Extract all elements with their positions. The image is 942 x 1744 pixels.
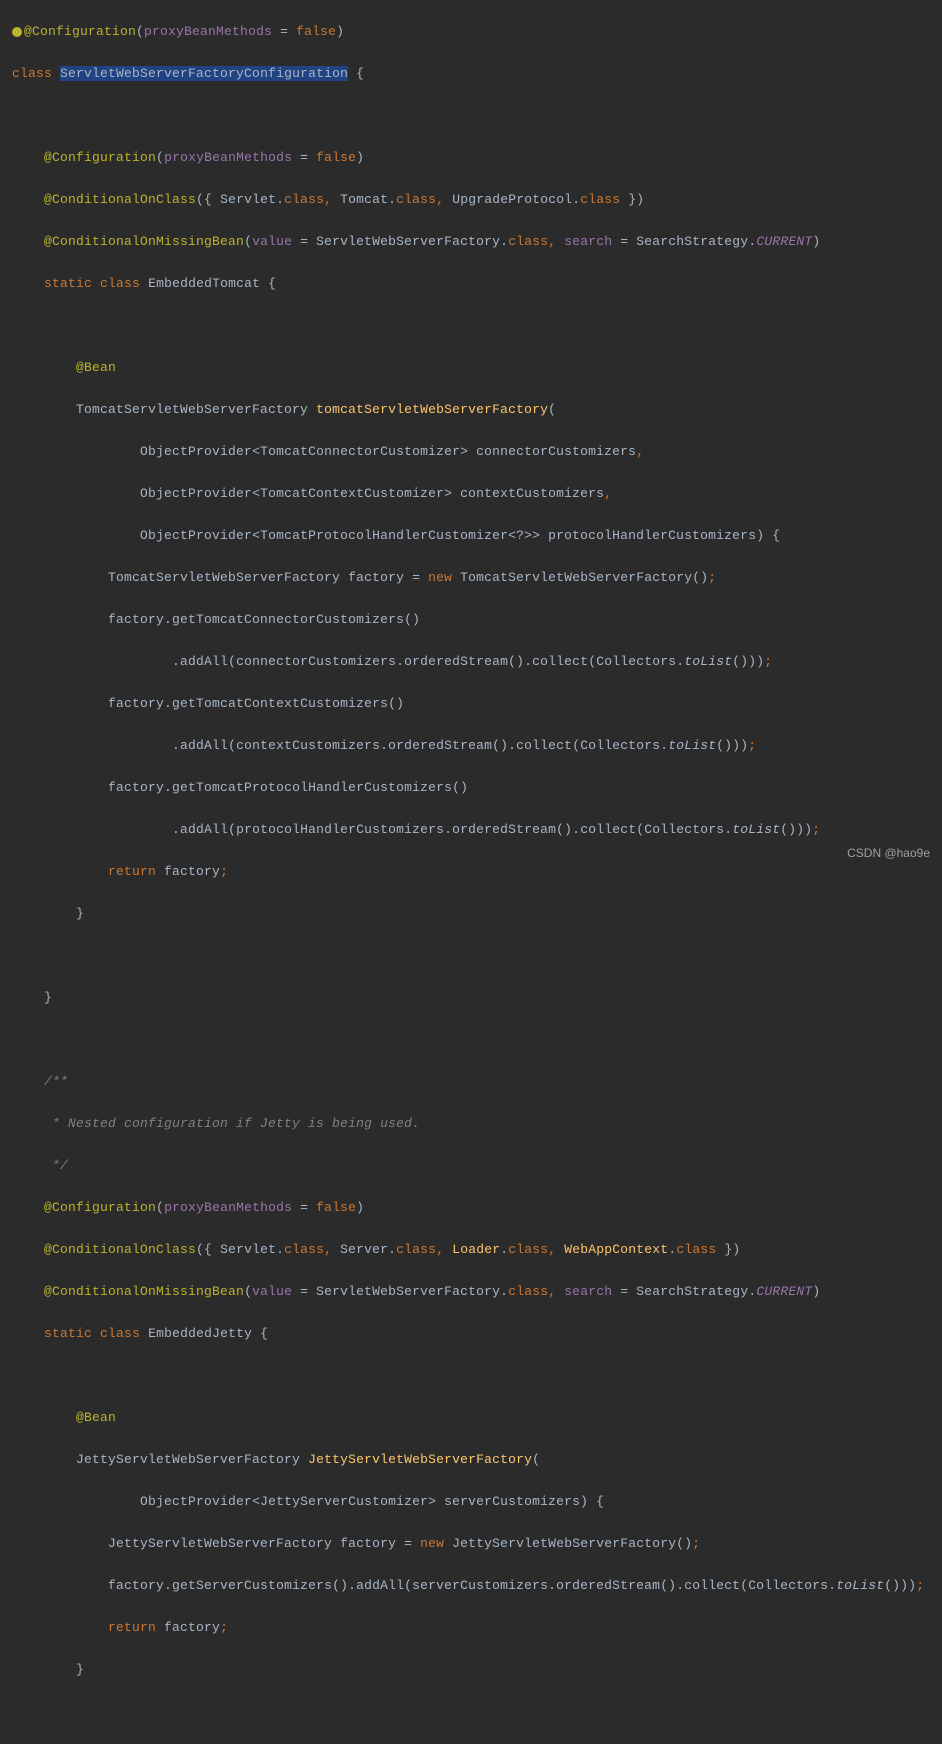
code-line: ObjectProvider<TomcatContextCustomizer> … — [12, 483, 942, 504]
code-line: ObjectProvider<TomcatConnectorCustomizer… — [12, 441, 942, 462]
code-line: JettyServletWebServerFactory factory = n… — [12, 1533, 942, 1554]
code-line: @Bean — [12, 357, 942, 378]
code-line: .addAll(protocolHandlerCustomizers.order… — [12, 819, 942, 840]
code-line: static class EmbeddedTomcat { — [12, 273, 942, 294]
code-line: /** — [12, 1071, 942, 1092]
code-line: class ServletWebServerFactoryConfigurati… — [12, 63, 942, 84]
code-line: } — [12, 987, 942, 1008]
code-line: * Nested configuration if Jetty is being… — [12, 1113, 942, 1134]
gutter-icon[interactable] — [12, 27, 22, 37]
code-editor[interactable]: @Configuration(proxyBeanMethods = false)… — [0, 0, 942, 1744]
code-line: @ConditionalOnMissingBean(value = Servle… — [12, 1281, 942, 1302]
code-line — [12, 945, 942, 966]
code-line: static class EmbeddedJetty { — [12, 1323, 942, 1344]
code-line: @Configuration(proxyBeanMethods = false) — [12, 21, 942, 42]
code-line: TomcatServletWebServerFactory tomcatServ… — [12, 399, 942, 420]
code-line — [12, 105, 942, 126]
code-line: return factory; — [12, 1617, 942, 1638]
code-line: factory.getServerCustomizers().addAll(se… — [12, 1575, 942, 1596]
code-line: } — [12, 1743, 942, 1744]
code-line: TomcatServletWebServerFactory factory = … — [12, 567, 942, 588]
code-line: JettyServletWebServerFactory JettyServle… — [12, 1449, 942, 1470]
code-line — [12, 1701, 942, 1722]
code-line: factory.getTomcatProtocolHandlerCustomiz… — [12, 777, 942, 798]
selected-text: ServletWebServerFactoryConfiguration — [60, 66, 348, 81]
code-line: .addAll(contextCustomizers.orderedStream… — [12, 735, 942, 756]
watermark-text: CSDN @hao9e — [847, 843, 930, 864]
code-line — [12, 315, 942, 336]
code-line: factory.getTomcatContextCustomizers() — [12, 693, 942, 714]
code-line: @ConditionalOnClass({ Servlet.class, Ser… — [12, 1239, 942, 1260]
code-line — [12, 1029, 942, 1050]
code-line: @Configuration(proxyBeanMethods = false) — [12, 147, 942, 168]
code-line: } — [12, 903, 942, 924]
code-line: factory.getTomcatConnectorCustomizers() — [12, 609, 942, 630]
code-line: */ — [12, 1155, 942, 1176]
code-line: @ConditionalOnClass({ Servlet.class, Tom… — [12, 189, 942, 210]
code-line: ObjectProvider<JettyServerCustomizer> se… — [12, 1491, 942, 1512]
code-line: } — [12, 1659, 942, 1680]
code-line: @ConditionalOnMissingBean(value = Servle… — [12, 231, 942, 252]
code-line: @Bean — [12, 1407, 942, 1428]
code-line — [12, 1365, 942, 1386]
code-line: @Configuration(proxyBeanMethods = false) — [12, 1197, 942, 1218]
code-line: ObjectProvider<TomcatProtocolHandlerCust… — [12, 525, 942, 546]
code-line: .addAll(connectorCustomizers.orderedStre… — [12, 651, 942, 672]
